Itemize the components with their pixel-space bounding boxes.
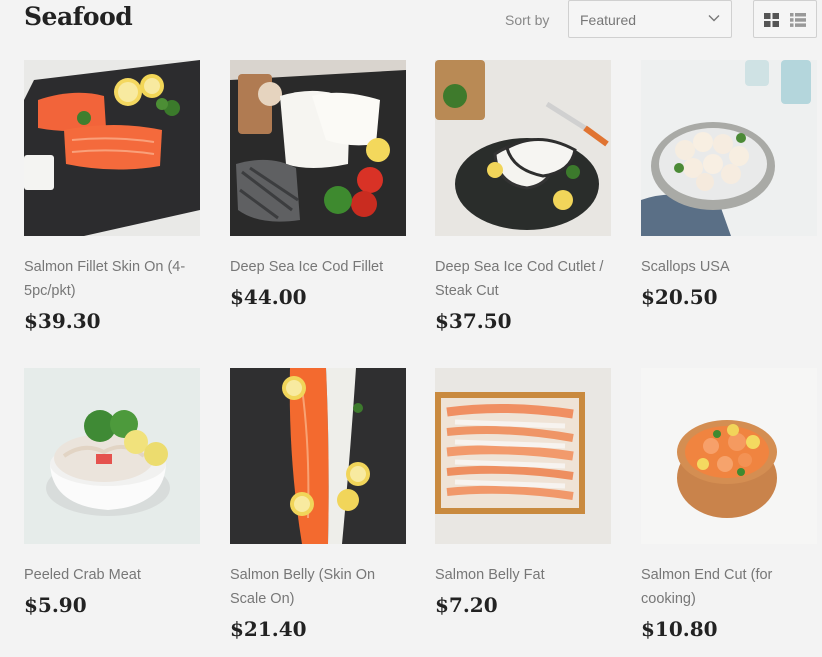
product-price: $37.50 xyxy=(435,309,512,333)
product-image-salmon-end-cut[interactable] xyxy=(641,368,817,544)
product-image-cod-cutlet[interactable] xyxy=(435,60,611,236)
sort-selected-value: Featured xyxy=(580,12,637,28)
product-name[interactable]: Salmon End Cut (for cooking) xyxy=(641,563,817,611)
product-card[interactable]: Peeled Crab Meat $5.90 xyxy=(24,368,200,617)
product-name[interactable]: Peeled Crab Meat xyxy=(24,563,200,587)
product-price: $5.90 xyxy=(24,593,87,617)
product-card[interactable]: Salmon End Cut (for cooking) $10.80 xyxy=(641,368,817,641)
product-price: $39.30 xyxy=(24,309,101,333)
product-image-crab-meat[interactable] xyxy=(24,368,200,544)
page-title: Seafood xyxy=(24,2,133,31)
product-image-salmon-belly-fat[interactable] xyxy=(435,368,611,544)
product-price: $44.00 xyxy=(230,285,307,309)
product-price: $10.80 xyxy=(641,617,718,641)
view-toggle xyxy=(753,0,817,38)
product-image-scallops[interactable] xyxy=(641,60,817,236)
product-image-salmon-belly[interactable] xyxy=(230,368,406,544)
product-card[interactable]: Deep Sea Ice Cod Cutlet / Steak Cut $37.… xyxy=(435,60,611,333)
sort-by-label: Sort by xyxy=(505,12,550,28)
product-image-cod-fillet[interactable] xyxy=(230,60,406,236)
product-name[interactable]: Deep Sea Ice Cod Fillet xyxy=(230,255,406,279)
product-name[interactable]: Salmon Belly Fat xyxy=(435,563,611,587)
product-price: $20.50 xyxy=(641,285,718,309)
product-name[interactable]: Scallops USA xyxy=(641,255,817,279)
product-name[interactable]: Salmon Belly (Skin On Scale On) xyxy=(230,563,406,611)
product-name[interactable]: Deep Sea Ice Cod Cutlet / Steak Cut xyxy=(435,255,611,303)
product-image-salmon-fillet[interactable] xyxy=(24,60,200,236)
grid-icon[interactable] xyxy=(763,12,781,28)
list-icon[interactable] xyxy=(789,12,807,28)
product-price: $7.20 xyxy=(435,593,498,617)
product-name[interactable]: Salmon Fillet Skin On (4-5pc/pkt) xyxy=(24,255,200,303)
product-card[interactable]: Salmon Belly (Skin On Scale On) $21.40 xyxy=(230,368,406,641)
product-card[interactable]: Deep Sea Ice Cod Fillet $44.00 xyxy=(230,60,406,309)
product-card[interactable]: Salmon Fillet Skin On (4-5pc/pkt) $39.30 xyxy=(24,60,200,333)
product-price: $21.40 xyxy=(230,617,307,641)
product-card[interactable]: Scallops USA $20.50 xyxy=(641,60,817,309)
product-card[interactable]: Salmon Belly Fat $7.20 xyxy=(435,368,611,617)
chevron-down-icon xyxy=(708,15,720,22)
sort-select[interactable]: Featured xyxy=(568,0,732,38)
